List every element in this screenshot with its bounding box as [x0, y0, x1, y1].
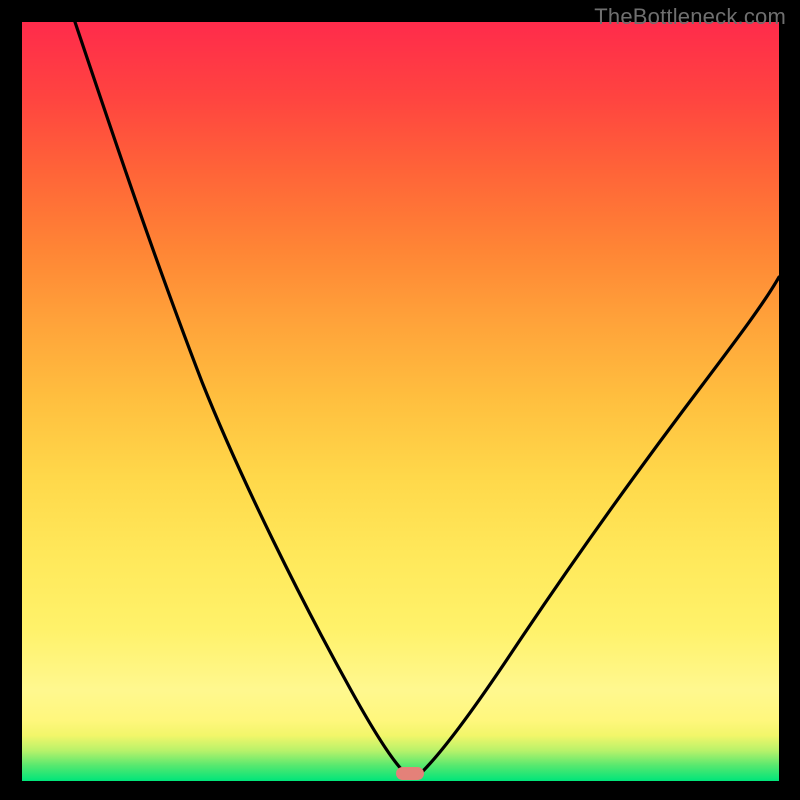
chart-frame: TheBottleneck.com — [0, 0, 800, 800]
plot-area — [22, 22, 779, 781]
curve-left — [75, 22, 404, 772]
curve-right — [422, 277, 779, 772]
watermark-label: TheBottleneck.com — [594, 4, 786, 30]
bottleneck-curve — [22, 22, 779, 781]
optimal-marker — [396, 767, 424, 780]
